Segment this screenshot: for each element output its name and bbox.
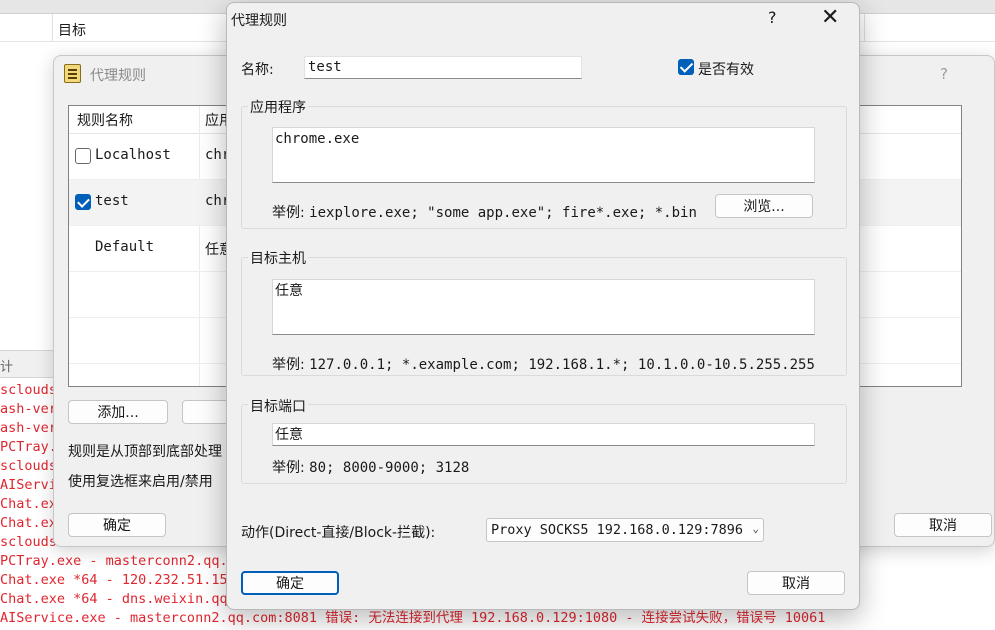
dialog-help-button[interactable]: ? (768, 8, 777, 27)
target-hosts-example: 举例: 127.0.0.1; *.example.com; 192.168.1.… (272, 354, 815, 374)
applications-field[interactable]: chrome.exe (272, 127, 815, 183)
target-hosts-field[interactable]: 任意 (272, 279, 815, 335)
applications-group-title: 应用程序 (248, 97, 308, 117)
target-ports-example: 举例: 80; 8000-9000; 3128 (272, 457, 469, 477)
target-ports-field[interactable]: 任意 (272, 423, 815, 446)
enabled-label[interactable]: 是否有效 (698, 59, 754, 79)
rule-enabled-checkbox[interactable] (75, 194, 91, 210)
rule-name-column-header[interactable]: 规则名称 (77, 110, 133, 130)
action-label: 动作(Direct-直接/Block-拦截): (241, 525, 436, 541)
rules-info-checkbox: 使用复选框来启用/禁用 (68, 474, 213, 490)
rule-name-label: 名称: (241, 62, 274, 78)
example-label: 举例: (272, 205, 305, 221)
log-line: ash-ver (0, 401, 57, 417)
log-line: Chat.ex (0, 496, 57, 512)
column-separator (864, 14, 865, 42)
dialog-close-button[interactable]: ✕ (821, 5, 839, 30)
log-tab-label[interactable]: 计 (0, 356, 13, 375)
dialog-ok-button[interactable]: 确定 (241, 571, 339, 595)
dialog-title: 代理规则 (231, 13, 287, 29)
log-line: ash-ver (0, 420, 57, 436)
rules-cancel-button[interactable]: 取消 (894, 513, 992, 537)
column-target-header[interactable]: 目标 (58, 20, 86, 40)
log-line: sclouds (0, 382, 57, 398)
log-line: Chat.exe *64 - 120.232.51.154 (0, 572, 236, 588)
example-label: 举例: (272, 460, 305, 476)
action-select[interactable]: Proxy SOCKS5 192.168.0.129:7896 ⌄ (486, 518, 764, 542)
target-hosts-group-title: 目标主机 (248, 248, 308, 268)
log-line: PCTray. (0, 439, 57, 455)
log-line: sclouds (0, 458, 57, 474)
chevron-down-icon: ⌄ (752, 522, 759, 535)
edit-rule-dialog: 代理规则 ? ✕ 名称: test 是否有效 应用程序 chrome.exe 举… (226, 2, 860, 610)
rule-name: test (95, 193, 129, 209)
example-label: 举例: (272, 357, 305, 373)
rule-name: Default (95, 239, 155, 255)
enabled-checkbox[interactable] (678, 59, 694, 75)
column-separator (52, 14, 53, 42)
action-select-value: Proxy SOCKS5 192.168.0.129:7896 (491, 522, 743, 538)
rules-window-title: 代理规则 (90, 68, 146, 84)
dialog-titlebar[interactable]: 代理规则 ? ✕ (227, 3, 859, 37)
log-line: sclouds (0, 534, 57, 550)
rules-app-icon (64, 64, 81, 83)
log-line: AIServi (0, 477, 57, 493)
example-value: 127.0.0.1; *.example.com; 192.168.1.*; 1… (309, 357, 815, 373)
example-value: 80; 8000-9000; 3128 (309, 460, 470, 476)
log-line: PCTray.exe - masterconn2.qq.c (0, 553, 236, 569)
target-ports-group-title: 目标端口 (248, 396, 308, 416)
rules-ok-button[interactable]: 确定 (68, 513, 166, 537)
example-value: iexplore.exe; "some app.exe"; fire*.exe;… (309, 205, 697, 221)
log-line: AIService.exe - masterconn2.qq.com:8081 … (0, 610, 826, 626)
rule-name: Localhost (95, 147, 171, 163)
browse-button[interactable]: 浏览... (715, 194, 813, 218)
rules-help-button[interactable]: ? (940, 65, 948, 83)
log-line: Chat.ex (0, 515, 57, 531)
log-line: Chat.exe *64 - dns.weixin.qq. (0, 591, 236, 607)
rule-enabled-checkbox[interactable] (75, 148, 91, 164)
rule-name-field[interactable]: test (304, 56, 582, 79)
add-rule-button[interactable]: 添加... (68, 400, 168, 424)
rules-info-order: 规则是从顶部到底部处理 (68, 444, 222, 460)
applications-example: 举例: iexplore.exe; "some app.exe"; fire*.… (272, 202, 697, 222)
dialog-cancel-button[interactable]: 取消 (747, 571, 845, 595)
